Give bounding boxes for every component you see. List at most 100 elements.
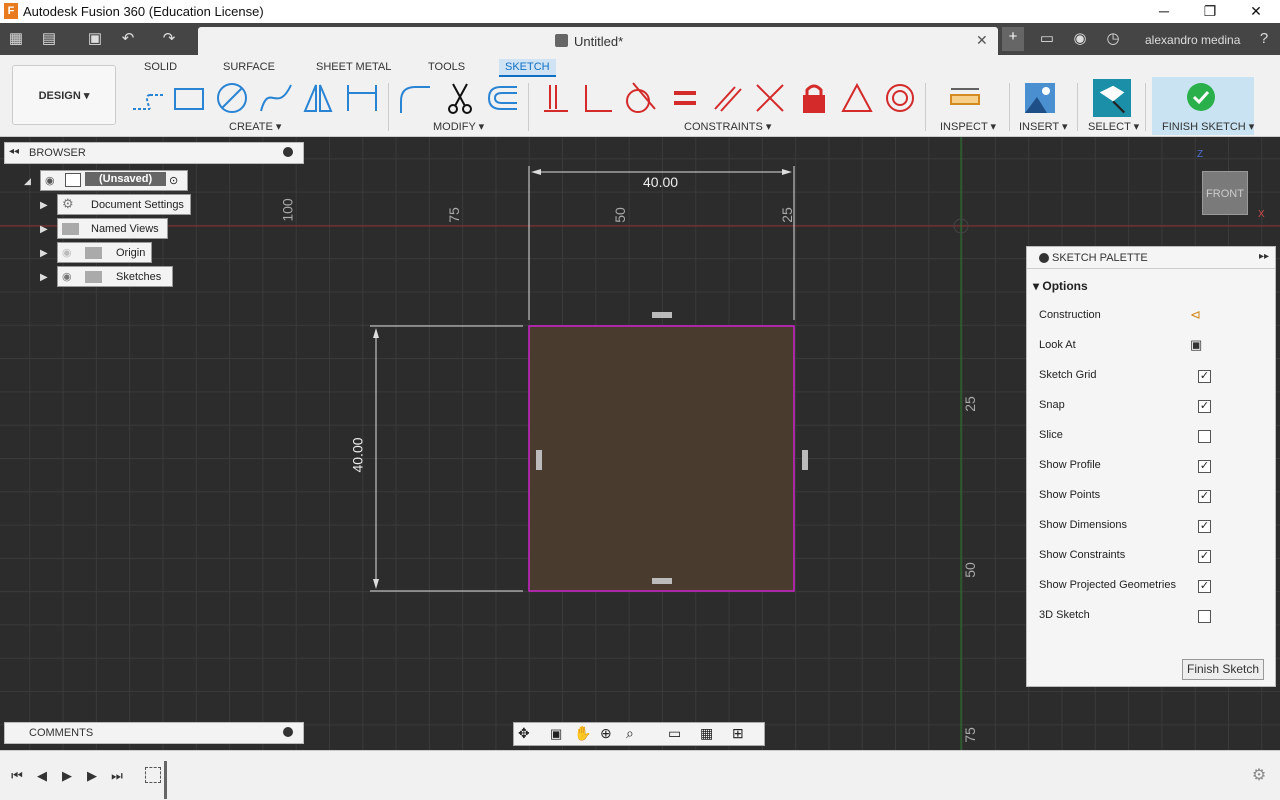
history-icon[interactable]: ◷ — [1102, 29, 1124, 49]
expand-icon[interactable]: ▶ — [40, 272, 48, 283]
palette-expand-icon[interactable]: ▸▸ — [1259, 251, 1269, 262]
palette-option-checkbox[interactable]: ✓ — [1198, 400, 1211, 413]
viewports-icon[interactable]: ⊞ — [732, 725, 744, 742]
collapse-browser-icon[interactable]: ◂◂ — [9, 146, 19, 157]
palette-option-checkbox[interactable]: ✓ — [1198, 520, 1211, 533]
create-menu[interactable]: CREATE ▾ — [229, 120, 281, 133]
fit-icon[interactable]: ⌕ — [626, 725, 634, 742]
file-menu-icon[interactable]: ▤ — [38, 29, 60, 49]
constraints-menu[interactable]: CONSTRAINTS ▾ — [684, 120, 771, 133]
circle-tool-icon[interactable] — [215, 81, 249, 115]
palette-option-checkbox[interactable]: ✓ — [1198, 550, 1211, 563]
expand-icon[interactable]: ▶ — [40, 224, 48, 235]
zoom-icon[interactable]: ⊕ — [600, 725, 612, 742]
options-section-header[interactable]: ▾ Options — [1033, 279, 1088, 293]
line-tool-icon[interactable] — [130, 81, 164, 115]
document-tab[interactable]: Untitled* ✕ — [198, 27, 998, 55]
finish-sketch-palette-button[interactable]: Finish Sketch — [1182, 659, 1264, 680]
horizontal-vertical-icon[interactable] — [580, 81, 614, 115]
insert-image-icon[interactable] — [1023, 81, 1057, 115]
palette-option-checkbox[interactable] — [1198, 430, 1211, 443]
user-name[interactable]: alexandro medina — [1145, 33, 1240, 47]
rectangle-tool-icon[interactable] — [172, 81, 206, 115]
sketch-feature-icon[interactable] — [145, 767, 161, 783]
select-icon[interactable] — [1093, 79, 1131, 117]
insert-menu[interactable]: INSERT ▾ — [1019, 120, 1068, 133]
palette-option-checkbox[interactable] — [1198, 610, 1211, 623]
go-to-end-icon[interactable]: ⏭ — [109, 768, 125, 784]
job-status-icon[interactable]: ◉ — [1069, 29, 1091, 49]
fillet-tool-icon[interactable] — [398, 81, 432, 115]
workspace-switcher[interactable]: DESIGN ▾ — [12, 65, 116, 125]
close-tab-icon[interactable]: ✕ — [976, 32, 988, 49]
close-button[interactable]: ✕ — [1233, 0, 1279, 23]
modify-menu[interactable]: MODIFY ▾ — [433, 120, 484, 133]
construction-icon[interactable]: ⊲ — [1190, 307, 1201, 323]
fix-constraint-icon[interactable] — [797, 81, 831, 115]
browser-item-sketches[interactable]: ◉ Sketches — [57, 266, 173, 287]
expand-icon[interactable]: ▶ — [40, 248, 48, 259]
perpendicular-constraint-icon[interactable] — [753, 81, 787, 115]
inspect-menu[interactable]: INSPECT ▾ — [940, 120, 996, 133]
palette-option-checkbox[interactable]: ✓ — [1198, 580, 1211, 593]
pan-icon[interactable]: ✋ — [574, 725, 591, 742]
palette-option-checkbox[interactable]: ✓ — [1198, 490, 1211, 503]
go-to-start-icon[interactable]: ⏮ — [9, 768, 25, 784]
activate-icon[interactable]: ⊙ — [169, 174, 178, 187]
coincident-constraint-icon[interactable] — [538, 81, 572, 115]
trim-tool-icon[interactable] — [443, 81, 477, 115]
tab-surface[interactable]: SURFACE — [217, 59, 281, 77]
comment-icon[interactable]: ▭ — [1036, 29, 1058, 49]
display-settings-icon[interactable]: ▭ — [668, 725, 681, 742]
tangent-constraint-icon[interactable] — [623, 81, 657, 115]
look-at-icon[interactable]: ▣ — [550, 726, 562, 742]
viewcube[interactable]: FRONT — [1202, 171, 1248, 215]
timeline-marker[interactable] — [164, 761, 167, 799]
minimize-button[interactable]: ─ — [1141, 0, 1187, 23]
concentric-constraint-icon[interactable] — [883, 81, 917, 115]
timeline-settings-icon[interactable]: ⚙ — [1251, 768, 1267, 784]
midpoint-constraint-icon[interactable] — [840, 81, 874, 115]
project-tool-icon[interactable] — [345, 81, 379, 115]
grid-settings-icon[interactable]: ▦ — [700, 725, 713, 742]
save-icon[interactable]: ▣ — [84, 29, 106, 49]
select-menu[interactable]: SELECT ▾ — [1088, 120, 1139, 133]
measure-icon[interactable] — [948, 81, 982, 115]
palette-option-checkbox[interactable]: ✓ — [1198, 370, 1211, 383]
parallel-constraint-icon[interactable] — [711, 81, 745, 115]
help-icon[interactable]: ? — [1253, 29, 1275, 49]
offset-tool-icon[interactable] — [485, 81, 519, 115]
orbit-icon[interactable]: ✥ — [518, 725, 530, 742]
play-icon[interactable]: ▶ — [59, 768, 75, 784]
equal-constraint-icon[interactable] — [668, 81, 702, 115]
tab-tools[interactable]: TOOLS — [422, 59, 471, 77]
undo-icon[interactable]: ↶ — [117, 29, 139, 49]
mirror-tool-icon[interactable] — [301, 81, 335, 115]
horizontal-dimension[interactable]: 40.00 — [643, 174, 678, 190]
redo-icon[interactable]: ↷ — [158, 29, 180, 49]
browser-root-node[interactable]: ◉ (Unsaved) ⊙ — [40, 170, 188, 191]
app-grid-icon[interactable]: ▦ — [5, 29, 27, 49]
eye-hidden-icon[interactable]: ◉ — [62, 246, 72, 259]
new-tab-icon[interactable]: + — [1002, 27, 1024, 51]
browser-item-document-settings[interactable]: ⚙ Document Settings — [57, 194, 191, 215]
step-back-icon[interactable]: ◀ — [34, 768, 50, 784]
add-comment-icon[interactable] — [283, 727, 293, 737]
look-at-icon[interactable]: ▣ — [1190, 337, 1202, 353]
expand-root-icon[interactable]: ◢ — [24, 176, 31, 187]
browser-item-origin[interactable]: ◉ Origin — [57, 242, 152, 263]
browser-item-named-views[interactable]: Named Views — [57, 218, 168, 239]
browser-minimize-icon[interactable] — [283, 147, 293, 157]
palette-option-checkbox[interactable]: ✓ — [1198, 460, 1211, 473]
spline-tool-icon[interactable] — [259, 81, 293, 115]
tab-solid[interactable]: SOLID — [138, 59, 183, 77]
expand-icon[interactable]: ▶ — [40, 200, 48, 211]
tab-sheet-metal[interactable]: SHEET METAL — [310, 59, 397, 77]
step-forward-icon[interactable]: ▶ — [84, 768, 100, 784]
tab-sketch[interactable]: SKETCH — [499, 59, 556, 77]
finish-sketch-button[interactable]: FINISH SKETCH ▾ — [1152, 77, 1254, 135]
palette-minimize-icon[interactable] — [1039, 253, 1049, 263]
maximize-button[interactable]: ❐ — [1187, 0, 1233, 23]
vertical-dimension[interactable]: 40.00 — [350, 437, 366, 472]
eye-icon[interactable]: ◉ — [45, 174, 55, 187]
